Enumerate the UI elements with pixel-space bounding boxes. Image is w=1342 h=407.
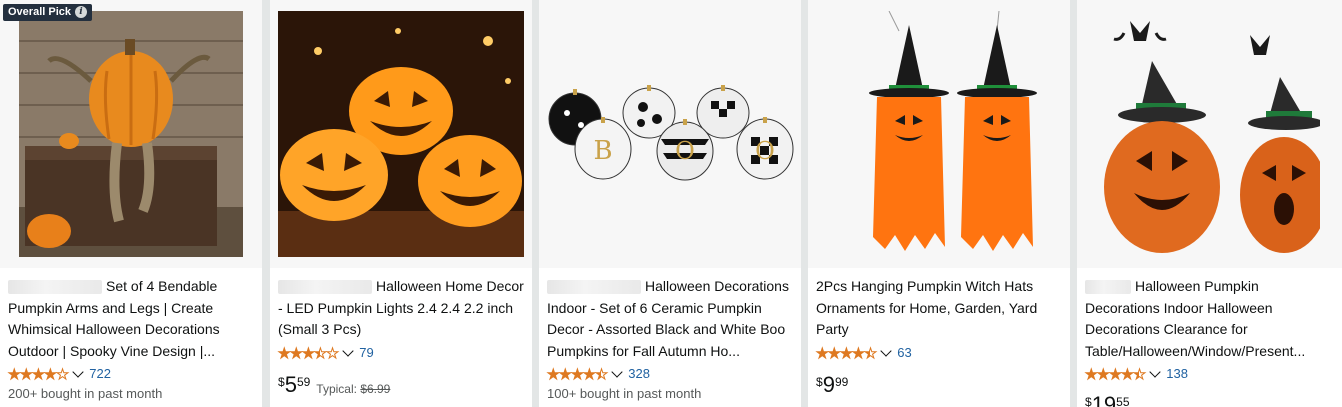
review-count[interactable]: 63 (897, 345, 911, 360)
price: $ 5 59 Typical: $6.99 (278, 372, 391, 397)
review-count[interactable]: 79 (359, 345, 373, 360)
price: $ 9 99 (816, 372, 849, 397)
led-pumpkin-lights-image (278, 11, 524, 257)
witch-hats-image (869, 11, 1037, 251)
star-rating[interactable]: ★★★★★ ★★★★★ (546, 366, 608, 381)
product-image[interactable] (1077, 0, 1342, 268)
info-icon[interactable]: i (75, 6, 87, 18)
rating-row[interactable]: ★★★★★ ★★★★★ 138 (1084, 365, 1188, 381)
redacted-brand (8, 280, 102, 295)
svg-text:B: B (593, 136, 612, 166)
product-image[interactable] (808, 0, 1070, 268)
bought-info: 200+ bought in past month (8, 386, 163, 401)
rating-row[interactable]: ★★★★★ ★★★★★ 722 (7, 365, 111, 381)
pumpkin-arms-image (19, 11, 243, 257)
bought-info: 100+ bought in past month (547, 386, 702, 401)
overall-pick-badge: Overall Pick i (3, 4, 92, 21)
rating-row[interactable]: ★★★★★ ★★★★★ 79 (277, 344, 374, 360)
redacted-brand (1085, 280, 1131, 295)
product-title[interactable]: Set of 4 Bendable Pumpkin Arms and Legs … (8, 276, 256, 362)
redacted-brand (278, 280, 372, 295)
product-card[interactable]: Halloween Home Decor - LED Pumpkin Light… (270, 0, 532, 407)
svg-text:O: O (755, 137, 775, 165)
svg-text:O: O (675, 137, 695, 165)
review-count[interactable]: 722 (89, 366, 111, 381)
typical-price: Typical: $6.99 (316, 382, 391, 396)
review-count[interactable]: 328 (628, 366, 650, 381)
product-card[interactable]: B O O Halloween Decorations Indoor - Set… (539, 0, 801, 407)
product-image[interactable]: B O O (539, 0, 801, 268)
star-rating[interactable]: ★★★★★ ★★★★★ (815, 345, 877, 360)
chevron-down-icon[interactable] (880, 344, 892, 357)
chevron-down-icon[interactable] (611, 365, 623, 378)
redacted-brand (547, 280, 641, 295)
review-count[interactable]: 138 (1166, 366, 1188, 381)
chevron-down-icon[interactable] (342, 344, 354, 357)
product-title[interactable]: 2Pcs Hanging Pumpkin Witch Hats Ornament… (816, 276, 1064, 341)
product-card[interactable]: 2Pcs Hanging Pumpkin Witch Hats Ornament… (808, 0, 1070, 407)
rating-row[interactable]: ★★★★★ ★★★★★ 63 (815, 344, 912, 360)
rating-row[interactable]: ★★★★★ ★★★★★ 328 (546, 365, 650, 381)
price: $ 19 55 (1085, 392, 1130, 407)
product-image[interactable] (0, 0, 262, 268)
product-card[interactable]: Overall Pick i Set of 4 Bendable Pumpkin… (0, 0, 262, 407)
product-title[interactable]: Halloween Pumpkin Decorations Indoor Hal… (1085, 276, 1333, 362)
star-rating[interactable]: ★★★★★ ★★★★★ (7, 366, 69, 381)
product-title[interactable]: Halloween Decorations Indoor - Set of 6 … (547, 276, 795, 362)
star-rating[interactable]: ★★★★★ ★★★★★ (277, 345, 339, 360)
star-rating[interactable]: ★★★★★ ★★★★★ (1084, 366, 1146, 381)
product-title[interactable]: Halloween Home Decor - LED Pumpkin Light… (278, 276, 526, 341)
ceramic-pumpkins-image: B O O (548, 85, 794, 181)
product-card[interactable]: Halloween Pumpkin Decorations Indoor Hal… (1077, 0, 1342, 407)
product-image[interactable] (270, 0, 532, 268)
chevron-down-icon[interactable] (1149, 365, 1161, 378)
chevron-down-icon[interactable] (72, 365, 84, 378)
pumpkin-witch-lanterns-image (1103, 21, 1320, 253)
